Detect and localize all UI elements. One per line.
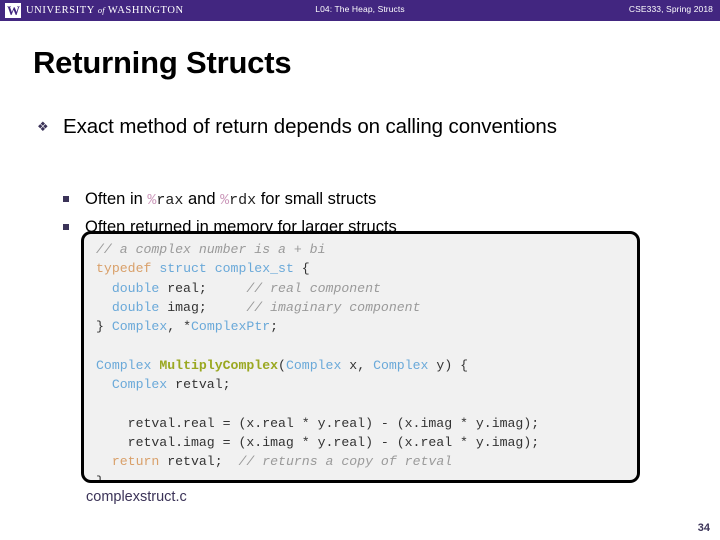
slide-header-bar: W UNIVERSITY of WASHINGTON L04: The Heap… <box>0 0 720 21</box>
code-listing: // a complex number is a + bi typedef st… <box>96 240 627 483</box>
square-bullet-icon <box>63 188 85 202</box>
code-return-value: retval; <box>167 454 223 470</box>
code-type-double-1: double <box>111 280 160 296</box>
code-brace-open: { <box>301 261 310 277</box>
code-listing-box: // a complex number is a + bi typedef st… <box>81 231 640 483</box>
code-fn-brace-close: } <box>96 473 104 483</box>
code-line-1: // a complex number is a + bi <box>96 242 326 257</box>
code-line-11: retval.imag = (x.imag * y.real) - (x.rea… <box>111 434 540 450</box>
code-function-name: MultiplyComplex <box>159 357 279 373</box>
header-lecture-title: L04: The Heap, Structs <box>315 4 405 14</box>
bullet-item-sub-1: Often in %rax and %rdx for small structs <box>63 188 583 212</box>
code-type-double-2: double <box>111 299 160 315</box>
code-line-10: retval.real = (x.real * y.real) - (x.ima… <box>111 415 540 431</box>
code-return-type: Complex <box>96 357 152 373</box>
code-typename-complex: Complex <box>111 319 168 335</box>
sub-1-prefix: Often in <box>85 190 148 208</box>
sub-1-suffix: for small structs <box>256 190 377 208</box>
code-kw-return: return <box>111 454 160 470</box>
sub-1-register-rdx: rdx <box>229 192 257 209</box>
bullet-item-primary: ❖ Exact method of return depends on call… <box>33 114 593 140</box>
code-comment-real: // real component <box>246 280 381 296</box>
sub-1-middle: and <box>183 190 221 208</box>
code-kw-struct: struct complex_st <box>159 261 294 277</box>
code-field-imag: imag; <box>167 299 207 315</box>
sub-1-percent-2: % <box>220 192 230 209</box>
code-brace-close: } <box>96 319 104 335</box>
code-comment-return: // returns a copy of retval <box>238 454 453 470</box>
code-local-type: Complex <box>111 377 168 393</box>
code-field-real: real; <box>167 280 207 296</box>
square-bullet-icon <box>63 216 85 230</box>
code-filename-caption: complexstruct.c <box>86 489 187 505</box>
page-title: Returning Structs <box>33 45 292 80</box>
code-kw-typedef: typedef <box>96 261 152 277</box>
slide-page-number: 34 <box>697 522 710 534</box>
code-param-type-x: Complex <box>285 357 342 373</box>
bullet-item-sub-1-label: Often in %rax and %rdx for small structs <box>85 188 376 212</box>
bullet-item-primary-label: Exact method of return depends on callin… <box>63 115 557 138</box>
sub-1-register-rax: rax <box>156 192 184 209</box>
header-course-term: CSE333, Spring 2018 <box>628 4 713 14</box>
code-comment-imag: // imaginary component <box>246 299 421 315</box>
code-typename-complexptr: ComplexPtr <box>191 319 271 335</box>
code-param-type-y: Complex <box>373 357 429 373</box>
diamond-bullet-icon: ❖ <box>37 119 49 134</box>
code-local-retval: retval; <box>175 377 231 393</box>
